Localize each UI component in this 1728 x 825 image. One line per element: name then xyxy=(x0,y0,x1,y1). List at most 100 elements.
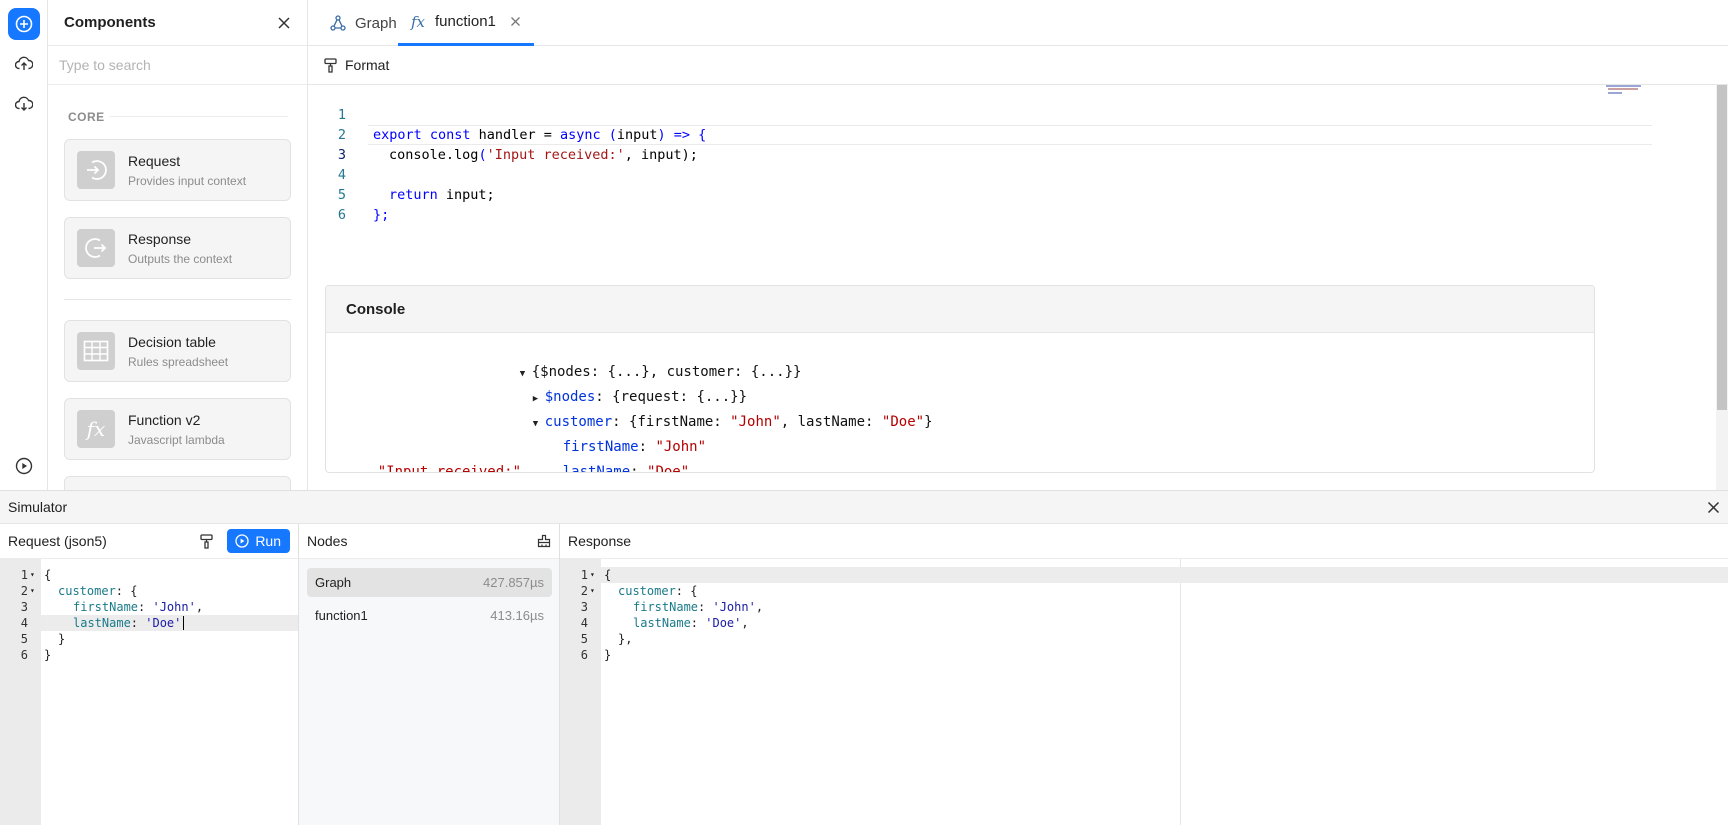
paint-roller-icon[interactable] xyxy=(200,533,213,549)
json-key: firstName xyxy=(633,600,699,614)
line-number: 4 xyxy=(20,616,28,630)
json-line: 2 ▾ customer: { xyxy=(560,583,1200,599)
json-text: : { xyxy=(115,584,138,598)
minimap[interactable] xyxy=(1596,85,1646,95)
fold-caret-icon[interactable]: ▾ xyxy=(590,567,595,583)
cloud-upload-icon[interactable] xyxy=(8,48,40,80)
editor-scrollbar[interactable] xyxy=(1716,85,1728,490)
line-number: 6 xyxy=(337,207,346,223)
json-text: , xyxy=(195,600,204,614)
json-key: lastName xyxy=(73,616,131,630)
code-token: , input xyxy=(624,147,682,163)
run-button[interactable]: Run xyxy=(227,529,290,553)
json-text: { xyxy=(604,568,612,582)
code-line: 4 return input; xyxy=(308,145,495,203)
component-card-request[interactable]: Request Provides input context xyxy=(64,139,291,201)
close-icon[interactable] xyxy=(510,16,521,27)
tab-graph[interactable]: Graph xyxy=(322,0,405,46)
node-name: function1 xyxy=(315,608,368,623)
tab-function1[interactable]: fx function1 xyxy=(398,0,534,46)
code-token: async xyxy=(551,127,609,143)
json-text: { xyxy=(44,568,52,582)
card-subtitle: Provides input context xyxy=(128,173,247,188)
close-icon[interactable] xyxy=(277,16,291,30)
card-subtitle: Javascript lambda xyxy=(128,432,225,447)
code-line: 6 xyxy=(308,185,346,223)
left-rail xyxy=(0,0,48,490)
logout-arrow-icon xyxy=(77,229,115,267)
code-token: export const xyxy=(373,127,471,143)
scrollbar-thumb[interactable] xyxy=(1717,85,1727,410)
json-key: firstName xyxy=(73,600,139,614)
json-line: 5}, xyxy=(560,631,1200,647)
line-number: 1 xyxy=(580,568,588,582)
simulator-panel: Simulator Request (json5) Run 1 ▾ {2 ▾ … xyxy=(0,490,1728,825)
node-row-function1[interactable]: function1 413.16µs xyxy=(307,601,552,630)
code-line: 2 console.log('Input received:', input); xyxy=(308,105,698,163)
console-title: Console xyxy=(326,286,1594,333)
line-number: 1 xyxy=(20,568,28,582)
line-number: 4 xyxy=(580,616,588,630)
nodes-pane-header: Nodes xyxy=(299,524,559,559)
component-card-function-v2[interactable]: fx Function v2 Javascript lambda xyxy=(64,398,291,460)
json-line: 1 ▾ { xyxy=(0,567,299,583)
response-editor[interactable]: 1 ▾ { 2 ▾ customer: { 3 firstName: 'John', 4 l… xyxy=(560,567,1728,825)
format-button[interactable]: Format xyxy=(324,57,389,73)
code-line: 3 xyxy=(308,125,346,163)
code-token: }; xyxy=(373,207,390,223)
component-card-decision-table[interactable]: Decision table Rules spreadsheet xyxy=(64,320,291,382)
code-token: = xyxy=(543,127,552,143)
node-time: 413.16µs xyxy=(490,608,544,623)
json-text: , xyxy=(741,616,749,630)
card-title: Decision table xyxy=(128,333,216,350)
card-title: Function v2 xyxy=(128,411,201,428)
fold-caret-icon[interactable]: ▾ xyxy=(30,567,35,583)
card-title: Response xyxy=(128,230,192,247)
line-number: 3 xyxy=(20,600,28,614)
code-token: return xyxy=(389,187,438,203)
play-circle-icon[interactable] xyxy=(8,450,40,482)
json-string: 'Doe' xyxy=(705,616,742,630)
component-card-partial[interactable] xyxy=(64,476,291,490)
console-string: "Input received:" xyxy=(377,464,522,473)
console-panel: Console ▼ {$nodes: {...}, customer: {...}… xyxy=(325,285,1595,473)
response-pane-header: Response xyxy=(560,524,1728,559)
format-toolbar: Format xyxy=(308,46,1728,85)
simulator-header: Simulator xyxy=(0,491,1728,524)
line-number: 2 xyxy=(20,584,28,598)
component-card-response[interactable]: Response Outputs the context xyxy=(64,217,291,279)
fold-caret-icon[interactable]: ▾ xyxy=(590,583,595,599)
json-text: : xyxy=(690,616,706,630)
json-text: }, xyxy=(618,632,633,646)
json-line: 4 lastName: 'Doe' xyxy=(0,615,299,631)
table-icon xyxy=(77,332,115,370)
request-pane: Request (json5) Run 1 ▾ { 2 ▾ customer: { 3 f… xyxy=(0,524,299,825)
code-token: ) => { xyxy=(657,127,707,143)
response-pane: Response 1 ▾ { 2 ▾ customer: { 3 firstName: '… xyxy=(560,524,1728,825)
components-search xyxy=(48,46,307,85)
cloud-download-icon[interactable] xyxy=(8,88,40,120)
code-token: input xyxy=(616,127,658,143)
json-text: } xyxy=(44,648,52,662)
nodes-title: Nodes xyxy=(307,533,348,549)
request-editor[interactable]: 1 ▾ { 2 ▾ customer: { 3 firstName: 'John', 4 l… xyxy=(0,567,298,825)
fold-caret-icon[interactable]: ▾ xyxy=(30,583,35,599)
console-message: "Input received:" xyxy=(344,442,522,473)
json-line: 6} xyxy=(0,647,299,663)
card-subtitle: Outputs the context xyxy=(128,251,233,266)
close-icon[interactable] xyxy=(1707,501,1720,514)
code-token: 'Input received:' xyxy=(486,147,625,163)
node-row-graph[interactable]: Graph 427.857µs xyxy=(307,568,552,597)
json-line: 6} xyxy=(560,647,1200,663)
components-header: Components xyxy=(48,0,307,46)
add-icon[interactable] xyxy=(8,8,40,40)
clear-icon[interactable] xyxy=(537,534,551,548)
code-token: input; xyxy=(437,187,495,203)
search-input[interactable] xyxy=(59,57,307,73)
format-label: Format xyxy=(345,57,390,73)
json-line: 4 lastName: 'Doe', xyxy=(560,615,1200,631)
code-token: log xyxy=(454,147,479,163)
json-key: customer xyxy=(58,584,116,598)
request-title: Request (json5) xyxy=(8,533,107,549)
json-text: } xyxy=(604,648,612,662)
